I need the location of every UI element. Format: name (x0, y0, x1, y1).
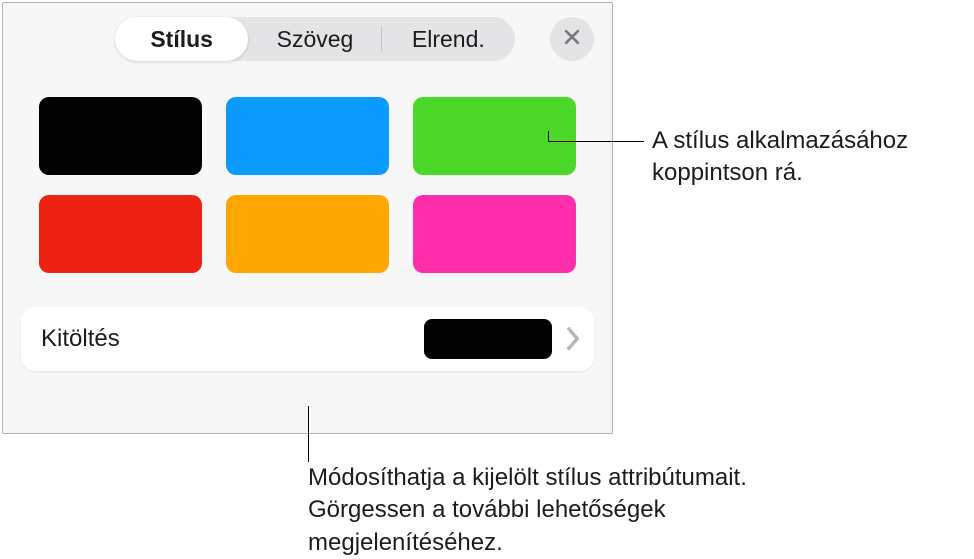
segmented-control: Stílus Szöveg Elrend. (115, 17, 515, 61)
chevron-right-icon (566, 328, 580, 350)
swatch-black[interactable] (39, 97, 202, 175)
callout-fill: Módosíthatja a kijelölt stílus attribútu… (308, 462, 808, 559)
close-icon (562, 27, 582, 52)
callout-swatch: A stílus alkalmazásához koppintson rá. (652, 125, 962, 190)
fill-label: Kitöltés (41, 325, 424, 353)
swatch-green[interactable] (413, 97, 576, 175)
swatch-magenta[interactable] (413, 195, 576, 273)
format-panel: Stílus Szöveg Elrend. Kit (2, 2, 613, 434)
tab-text-label: Szöveg (277, 26, 354, 53)
tab-style-label: Stílus (150, 26, 213, 53)
tab-style[interactable]: Stílus (115, 17, 248, 61)
tab-text[interactable]: Szöveg (248, 17, 381, 61)
fill-row[interactable]: Kitöltés (21, 307, 594, 371)
close-button[interactable] (550, 17, 594, 61)
tab-arrange-label: Elrend. (412, 26, 485, 53)
tab-arrange[interactable]: Elrend. (382, 17, 515, 61)
callout-line (548, 141, 644, 142)
callout-line (548, 131, 549, 142)
fill-color-preview (424, 319, 552, 359)
callout-line (308, 406, 309, 462)
swatch-red[interactable] (39, 195, 202, 273)
swatch-blue[interactable] (226, 97, 389, 175)
style-swatch-grid (3, 61, 612, 293)
tab-bar: Stílus Szöveg Elrend. (3, 3, 612, 61)
swatch-orange[interactable] (226, 195, 389, 273)
